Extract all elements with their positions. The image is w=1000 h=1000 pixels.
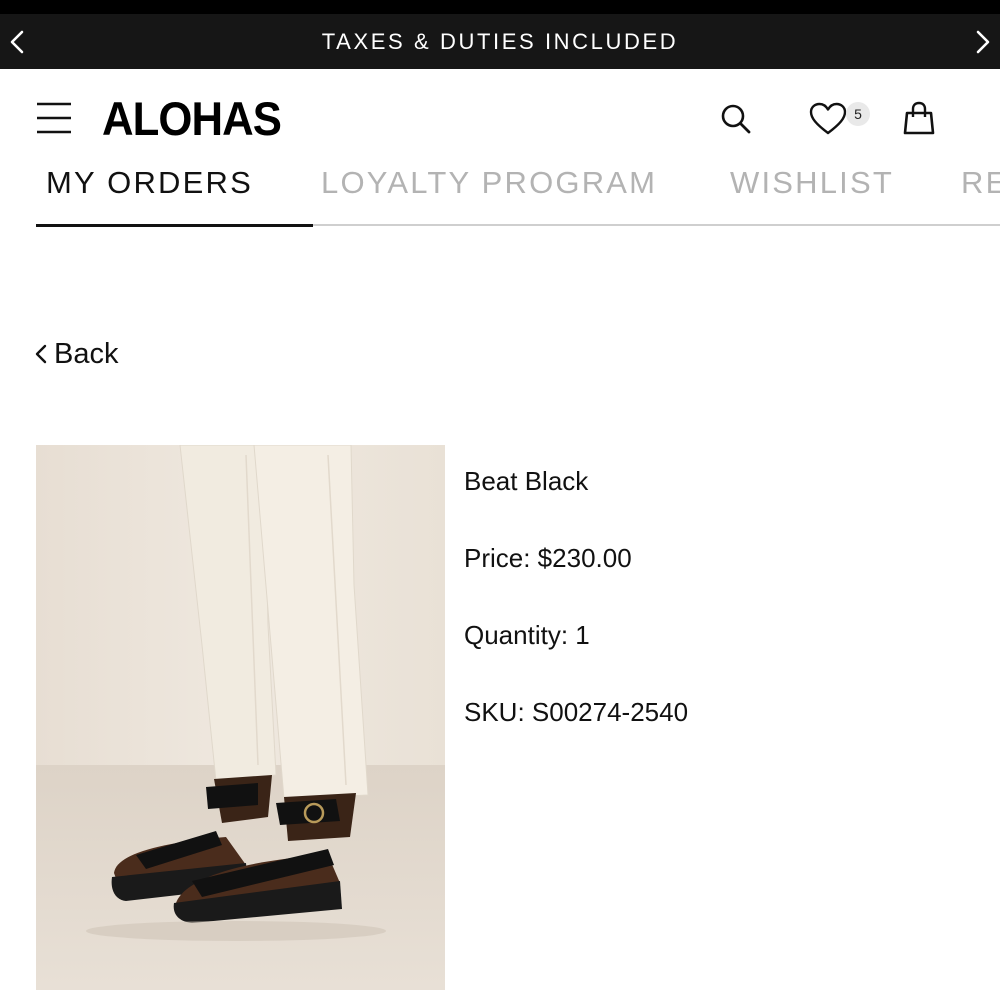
- wishlist-count-badge: 5: [846, 102, 870, 126]
- shopping-bag-button[interactable]: [902, 101, 936, 137]
- wishlist-button[interactable]: [808, 101, 848, 137]
- announcement-banner: TAXES & DUTIES INCLUDED: [0, 14, 1000, 69]
- tab-loyalty-program[interactable]: LOYALTY PROGRAM: [321, 165, 657, 201]
- account-tabs: MY ORDERS LOYALTY PROGRAM WISHLIST RE: [0, 160, 1000, 230]
- chevron-right-icon: [976, 30, 990, 54]
- search-button[interactable]: [718, 101, 754, 137]
- heart-icon: [809, 102, 847, 135]
- top-status-strip: [0, 0, 1000, 14]
- shopping-bag-icon: [903, 101, 935, 135]
- brand-logo[interactable]: ALOHAS: [102, 91, 282, 146]
- product-quantity: Quantity: 1: [464, 620, 590, 650]
- site-header: ALOHAS 5: [0, 69, 1000, 169]
- tab-my-orders[interactable]: MY ORDERS: [46, 165, 253, 201]
- tab-wishlist[interactable]: WISHLIST: [730, 165, 894, 201]
- hamburger-menu-icon: [37, 102, 71, 134]
- banner-text: TAXES & DUTIES INCLUDED: [321, 29, 679, 54]
- back-link[interactable]: Back: [34, 334, 118, 374]
- tab-truncated[interactable]: RE: [961, 165, 1000, 201]
- menu-button[interactable]: [36, 101, 72, 135]
- active-tab-indicator: [36, 224, 313, 227]
- product-photo[interactable]: [36, 445, 445, 990]
- back-label: Back: [54, 337, 119, 370]
- chevron-left-icon: [35, 344, 47, 364]
- product-price: Price: $230.00: [464, 543, 632, 573]
- product-sku: SKU: S00274-2540: [464, 697, 689, 727]
- product-name: Beat Black: [464, 466, 589, 496]
- sandal-illustration: [36, 445, 445, 990]
- banner-next-button[interactable]: [968, 27, 998, 57]
- search-icon: [721, 104, 751, 134]
